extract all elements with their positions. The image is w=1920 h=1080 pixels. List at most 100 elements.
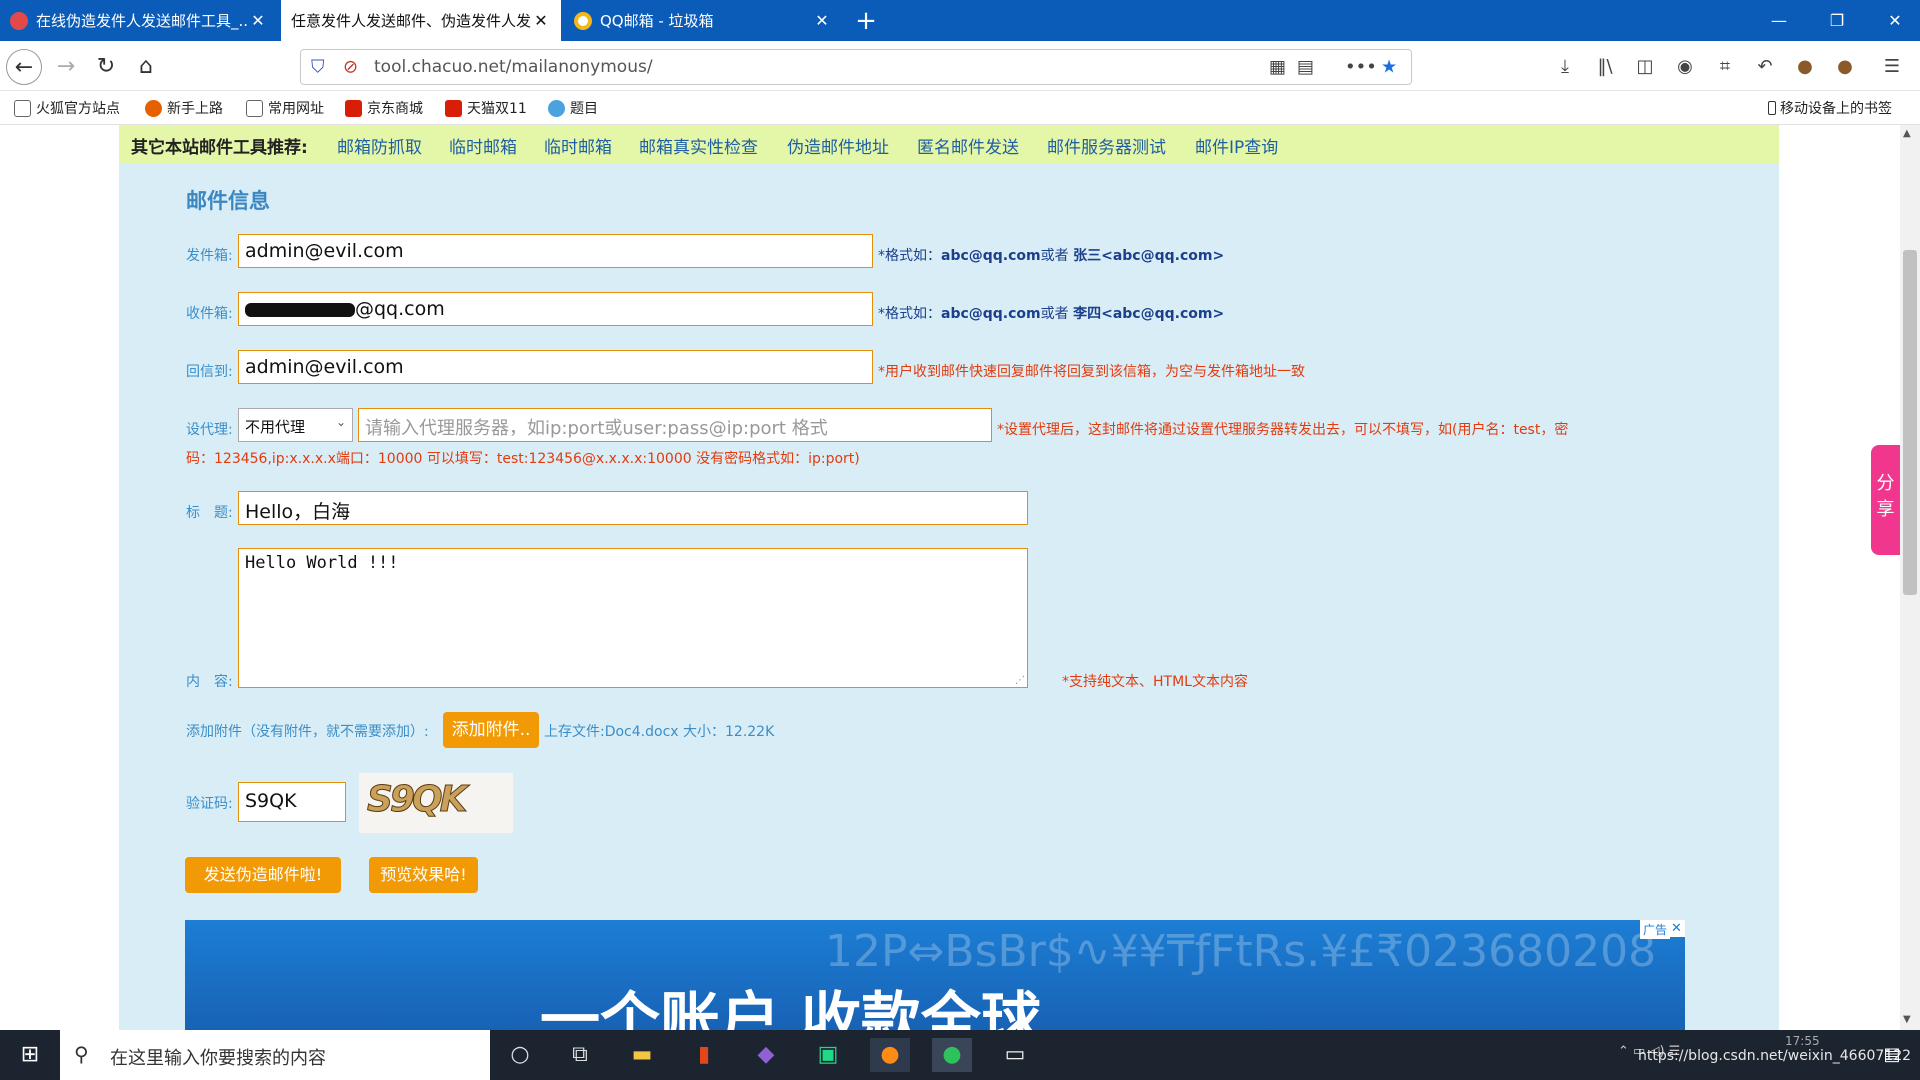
- section-title: 邮件信息: [186, 189, 270, 213]
- downloads-icon[interactable]: ⤓: [1553, 55, 1577, 79]
- wechat-icon[interactable]: ●: [932, 1038, 972, 1072]
- scroll-up-icon[interactable]: ▲: [1903, 128, 1911, 139]
- recommend-link[interactable]: 匿名邮件发送: [917, 133, 1019, 158]
- windows-start-icon[interactable]: ⊞: [10, 1038, 50, 1072]
- proxy-hint-2: 码：123456,ip:x.x.x.x端口：10000 可以填写：test:12…: [186, 451, 860, 467]
- attach-label: 添加附件（没有附件，就不需要添加）:: [186, 724, 429, 740]
- subject-input[interactable]: Hello，白海: [238, 491, 1028, 525]
- close-tab-icon[interactable]: ✕: [531, 11, 551, 30]
- bookmark-star-icon[interactable]: ★: [1381, 57, 1397, 78]
- screenshot-icon[interactable]: ⌗: [1713, 55, 1737, 79]
- back-arrow-icon[interactable]: ←: [6, 49, 42, 85]
- tab-3[interactable]: QQ邮箱 - 垃圾箱 ✕: [564, 0, 842, 41]
- sidebar-icon[interactable]: ◫: [1633, 55, 1657, 79]
- tab-title: 在线伪造发件人发送邮件工具_...: [36, 12, 248, 30]
- bookmark-item[interactable]: 火狐官方站点: [14, 98, 120, 118]
- task-view-icon[interactable]: ⧉: [560, 1038, 600, 1072]
- from-input[interactable]: admin@evil.com: [238, 234, 873, 268]
- hint-example-a: abc@qq.com: [941, 248, 1041, 264]
- bookmark-label: 新手上路: [167, 101, 223, 117]
- minimize-icon[interactable]: —: [1750, 0, 1808, 41]
- ad-headline: 一个账户 收款全球: [540, 986, 1041, 1030]
- globe-icon: [548, 99, 565, 117]
- mobile-bookmarks-label: 移动设备上的书签: [1780, 101, 1892, 117]
- undo-icon[interactable]: ↶: [1753, 55, 1777, 79]
- more-actions-icon[interactable]: •••: [1345, 57, 1377, 78]
- preview-button[interactable]: 预览效果哈!: [369, 857, 478, 893]
- resize-grip-icon[interactable]: ⋰: [1015, 675, 1025, 686]
- reload-icon[interactable]: ↻: [88, 49, 124, 85]
- insecure-lock-icon[interactable]: ⊘: [343, 57, 358, 78]
- firefox-icon: [145, 99, 162, 117]
- firefox-taskbar-icon[interactable]: ●: [870, 1038, 910, 1072]
- taskbar-search[interactable]: ⚲ 在这里输入你要搜索的内容: [60, 1030, 490, 1080]
- bookmark-label: 火狐官方站点: [36, 101, 120, 117]
- from-hint: *格式如：abc@qq.com或者 张三<abc@qq.com>: [878, 245, 1224, 265]
- close-tab-icon[interactable]: ✕: [812, 11, 832, 30]
- recommend-link[interactable]: 邮件IP查询: [1195, 133, 1278, 158]
- recommend-link[interactable]: 邮件服务器测试: [1047, 133, 1166, 158]
- reader-view-icon[interactable]: ▤: [1297, 57, 1314, 78]
- visual-studio-icon[interactable]: ◆: [746, 1038, 786, 1072]
- mobile-bookmarks[interactable]: 移动设备上的书签: [1768, 98, 1892, 118]
- recommend-link[interactable]: 临时邮箱: [449, 133, 517, 158]
- ad-close-icon[interactable]: ✕: [1668, 920, 1685, 937]
- file-explorer-icon[interactable]: ▬: [622, 1038, 662, 1072]
- tab-1[interactable]: 在线伪造发件人发送邮件工具_... ✕: [0, 0, 278, 41]
- add-attachment-button[interactable]: 添加附件..: [443, 712, 539, 748]
- recommend-link[interactable]: 伪造邮件地址: [787, 133, 889, 158]
- send-email-button[interactable]: 发送伪造邮件啦!: [185, 857, 341, 893]
- cookie2-icon[interactable]: ●: [1833, 55, 1857, 79]
- tab-bar: 在线伪造发件人发送邮件工具_... ✕ 任意发件人发送邮件、伪造发件人发... …: [0, 0, 1920, 41]
- tab-2[interactable]: 任意发件人发送邮件、伪造发件人发... ✕: [281, 0, 561, 41]
- content-label: 内 容:: [186, 674, 233, 690]
- qrcode-icon[interactable]: ▦: [1269, 57, 1286, 78]
- cookie-icon[interactable]: ●: [1793, 55, 1817, 79]
- cortana-icon[interactable]: ○: [500, 1038, 540, 1072]
- notification-icon[interactable]: ▤: [1872, 1038, 1912, 1072]
- bookmark-item[interactable]: 题目: [548, 98, 598, 118]
- share-tab[interactable]: 分享: [1871, 445, 1900, 555]
- pycharm-icon[interactable]: ▣: [808, 1038, 848, 1072]
- bookmark-label: 题目: [570, 101, 598, 117]
- bookmark-item[interactable]: 天猫双11: [445, 98, 527, 118]
- scrollbar-thumb[interactable]: [1903, 250, 1917, 595]
- library-icon[interactable]: ‖\: [1593, 55, 1617, 79]
- scroll-down-icon[interactable]: ▼: [1903, 1014, 1911, 1025]
- forward-arrow-icon[interactable]: →: [48, 49, 84, 85]
- to-input[interactable]: @qq.com: [238, 292, 873, 326]
- shield-icon[interactable]: ⛉: [311, 57, 325, 78]
- proxy-select[interactable]: 不用代理 ⌄: [238, 408, 353, 442]
- terminal-icon[interactable]: ▭: [995, 1038, 1035, 1072]
- clock[interactable]: 17:55: [1785, 1034, 1820, 1048]
- chevron-down-icon: ⌄: [335, 415, 346, 429]
- captcha-input[interactable]: S9QK: [238, 782, 346, 822]
- ad-banner[interactable]: 12P⇔BsBr$∿¥¥₸ƒFtRs.¥£₹023680208 一个账户 收款全…: [185, 920, 1685, 1030]
- bookmark-item[interactable]: 新手上路: [145, 98, 223, 118]
- tab-title: QQ邮箱 - 垃圾箱: [600, 12, 714, 30]
- new-tab-plus-icon[interactable]: +: [850, 5, 882, 37]
- recommend-link[interactable]: 邮箱防抓取: [337, 133, 422, 158]
- home-icon[interactable]: ⌂: [128, 49, 164, 85]
- redaction-scribble: [245, 302, 355, 317]
- recommend-link[interactable]: 临时邮箱: [544, 133, 612, 158]
- proxy-select-value: 不用代理: [245, 418, 306, 436]
- captcha-image[interactable]: S9QK: [359, 773, 513, 833]
- office-icon[interactable]: ▮: [684, 1038, 724, 1072]
- bookmark-item[interactable]: 常用网址: [246, 98, 324, 118]
- close-tab-icon[interactable]: ✕: [248, 11, 268, 30]
- url-text[interactable]: tool.chacuo.net/mailanonymous/: [374, 57, 653, 77]
- menu-icon[interactable]: ☰: [1880, 55, 1904, 79]
- content-textarea[interactable]: Hello World !!!: [238, 548, 1028, 688]
- account-icon[interactable]: ◉: [1673, 55, 1697, 79]
- bookmark-item[interactable]: 京东商城: [345, 98, 423, 118]
- recommend-link[interactable]: 邮箱真实性检查: [639, 133, 758, 158]
- proxy-input[interactable]: 请输入代理服务器，如ip:port或user:pass@ip:port 格式: [358, 408, 992, 442]
- reply-input[interactable]: admin@evil.com: [238, 350, 873, 384]
- hint-example-b: 李四<abc@qq.com>: [1073, 306, 1225, 322]
- bookmark-label: 常用网址: [268, 101, 324, 117]
- to-value: @qq.com: [355, 298, 445, 320]
- url-bar[interactable]: ⛉ ⊘ tool.chacuo.net/mailanonymous/ ▦ ▤ •…: [300, 49, 1412, 85]
- close-window-icon[interactable]: ✕: [1866, 0, 1920, 41]
- restore-icon[interactable]: ❐: [1808, 0, 1866, 41]
